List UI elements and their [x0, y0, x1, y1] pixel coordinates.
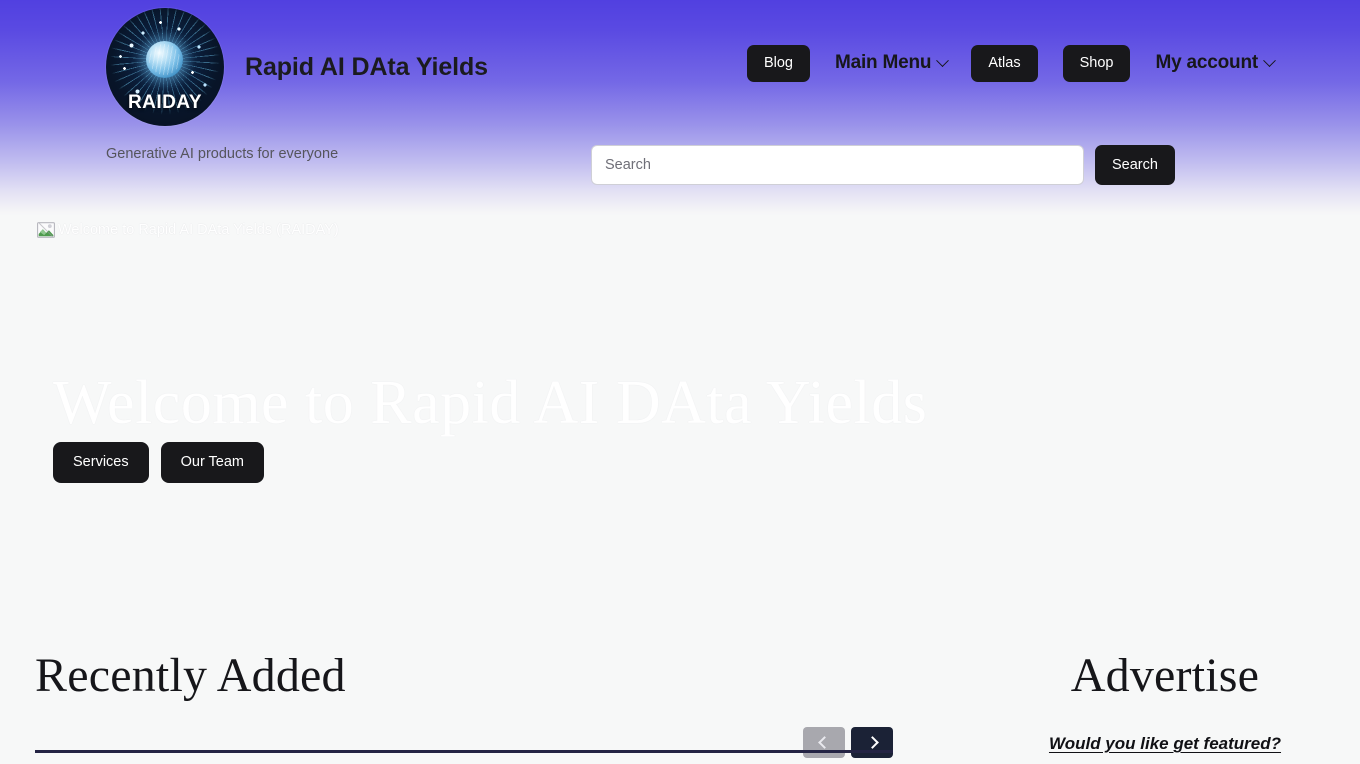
recently-added-divider [35, 750, 893, 753]
header-gradient-band: RAIDAY Rapid AI DAta Yields Blog Main Me… [0, 0, 1360, 216]
logo-core-sphere-icon [146, 40, 183, 78]
nav-item-blog[interactable]: Blog [746, 45, 810, 82]
nav-item-shop[interactable]: Shop [1062, 45, 1131, 82]
brand[interactable]: RAIDAY Rapid AI DAta Yields [106, 8, 488, 126]
broken-image-icon [37, 222, 55, 238]
nav-item-atlas[interactable]: Atlas [971, 45, 1038, 82]
hero-image-alt-text: Welcome to Rapid AI DAta Yields (RAIDAY) [58, 222, 339, 238]
advertise-section: Advertise Would you like get featured? [1000, 650, 1330, 754]
chevron-left-icon [817, 736, 831, 749]
carousel-next-button[interactable] [851, 727, 893, 758]
chevron-down-icon [1263, 54, 1276, 67]
search-form: Search [591, 145, 1175, 185]
hero-broken-image: Welcome to Rapid AI DAta Yields (RAIDAY) [37, 219, 339, 241]
recently-added-section: Recently Added [35, 649, 893, 758]
advertise-cta-link[interactable]: Would you like get featured? [1000, 734, 1330, 754]
hero-button-services[interactable]: Services [53, 442, 149, 483]
nav-item-main-menu-label: Main Menu [834, 52, 932, 74]
logo-wordmark: RAIDAY [127, 92, 203, 113]
hero-section: Welcome to Rapid AI DAta Yields (RAIDAY)… [0, 216, 1360, 636]
nav-item-main-menu[interactable]: Main Menu [834, 52, 950, 74]
hero-title: Welcome to Rapid AI DAta Yields [53, 369, 928, 437]
header-top-row: RAIDAY Rapid AI DAta Yields Blog Main Me… [0, 0, 1360, 132]
nav-item-my-account-label: My account [1155, 52, 1258, 74]
recently-added-title: Recently Added [35, 649, 346, 702]
chevron-down-icon [936, 54, 950, 67]
site-tagline: Generative AI products for everyone [106, 146, 339, 162]
search-button[interactable]: Search [1095, 145, 1175, 185]
carousel-prev-button[interactable] [803, 727, 845, 758]
nav-item-my-account[interactable]: My account [1155, 52, 1276, 74]
carousel-navigation [803, 727, 893, 758]
hero-button-our-team[interactable]: Our Team [160, 442, 265, 483]
site-title: Rapid AI DAta Yields [245, 52, 488, 81]
main-navigation: Blog Main Menu Atlas Shop My account [746, 45, 1276, 82]
search-input[interactable] [591, 145, 1084, 185]
chevron-right-icon [865, 736, 879, 749]
raiday-circular-emblem-icon: RAIDAY [106, 8, 224, 126]
advertise-title: Advertise [1070, 649, 1260, 702]
hero-actions: Services Our Team [53, 442, 265, 483]
